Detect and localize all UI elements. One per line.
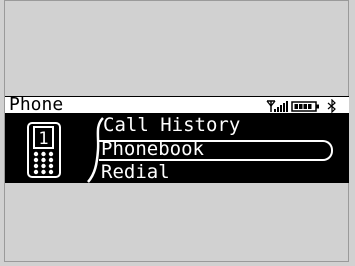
menu-item-call-history[interactable]: Call History — [103, 116, 240, 135]
display-screen: Phone 1 Call History Phonebook Redial — [5, 94, 349, 183]
menu-item-redial[interactable]: Redial — [101, 163, 170, 182]
battery-icon — [291, 101, 319, 112]
screen-title: Phone — [9, 94, 64, 115]
antenna-icon — [266, 100, 276, 112]
title-bar: Phone — [5, 94, 349, 115]
signal-strength-icon — [274, 101, 288, 112]
status-icons — [265, 99, 343, 113]
bluetooth-icon — [327, 99, 336, 113]
keypad-dots — [33, 151, 54, 175]
menu-item-phonebook[interactable]: Phonebook — [101, 140, 204, 159]
handset-digit: 1 — [38, 129, 48, 149]
handset-icon: 1 — [27, 122, 61, 178]
